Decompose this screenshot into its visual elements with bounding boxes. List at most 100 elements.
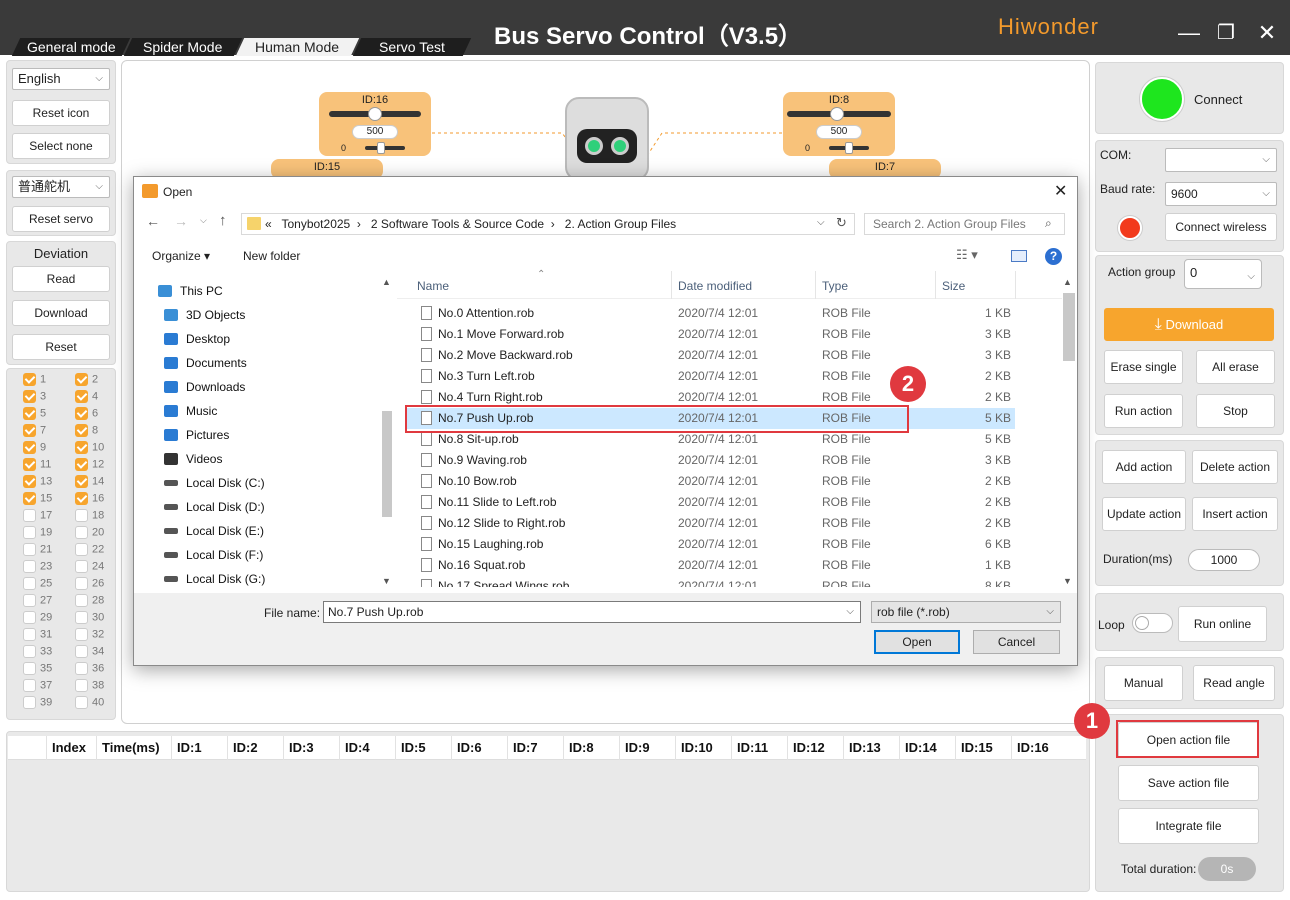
- servo-checkbox-28[interactable]: 28: [75, 594, 104, 611]
- action-group-select[interactable]: 0 ⌵: [1184, 259, 1262, 289]
- file-scrollbar[interactable]: [1063, 293, 1075, 361]
- servo-checkbox-15[interactable]: 15: [23, 492, 52, 509]
- tab-general-mode[interactable]: General mode: [11, 38, 131, 56]
- checkbox-unchecked-icon[interactable]: [23, 526, 36, 539]
- checkbox-unchecked-icon[interactable]: [75, 662, 88, 675]
- checkbox-checked-icon[interactable]: [23, 390, 36, 403]
- table-column-header[interactable]: ID:3: [289, 740, 314, 755]
- table-column-header[interactable]: ID:16: [1017, 740, 1049, 755]
- servo-checkbox-12[interactable]: 12: [75, 458, 104, 475]
- nav-item-local-disk-d[interactable]: Local Disk (D:): [164, 497, 265, 517]
- cancel-button[interactable]: Cancel: [973, 630, 1060, 654]
- baud-rate-select[interactable]: 9600 ⌵: [1165, 182, 1277, 206]
- checkbox-checked-icon[interactable]: [23, 407, 36, 420]
- organize-menu[interactable]: Organize ▾: [152, 249, 210, 263]
- checkbox-unchecked-icon[interactable]: [23, 611, 36, 624]
- table-column-header[interactable]: Index: [52, 740, 86, 755]
- language-select[interactable]: English ⌵: [12, 68, 110, 90]
- checkbox-unchecked-icon[interactable]: [23, 509, 36, 522]
- checkbox-checked-icon[interactable]: [75, 492, 88, 505]
- action-table-body[interactable]: [8, 760, 1086, 888]
- servo-checkbox-7[interactable]: 7: [23, 424, 46, 441]
- servo-checkbox-9[interactable]: 9: [23, 441, 46, 458]
- servo-checkbox-1[interactable]: 1: [23, 373, 46, 390]
- breadcrumb-software-tools[interactable]: 2 Software Tools & Source Code: [371, 217, 544, 231]
- servo-checkbox-26[interactable]: 26: [75, 577, 104, 594]
- servo-value-16[interactable]: 500: [352, 125, 398, 139]
- servo-checkbox-23[interactable]: 23: [23, 560, 52, 577]
- open-button[interactable]: Open: [874, 630, 960, 654]
- recent-chevron-icon[interactable]: ⌵: [200, 215, 207, 226]
- address-bar[interactable]: « Tonybot2025 › 2 Software Tools & Sourc…: [241, 213, 855, 235]
- servo-checkbox-16[interactable]: 16: [75, 492, 104, 509]
- checkbox-unchecked-icon[interactable]: [75, 611, 88, 624]
- servo-checkbox-27[interactable]: 27: [23, 594, 52, 611]
- servo-deviation-knob[interactable]: [377, 142, 385, 154]
- table-column-header[interactable]: ID:7: [513, 740, 538, 755]
- checkbox-unchecked-icon[interactable]: [75, 543, 88, 556]
- checkbox-unchecked-icon[interactable]: [75, 577, 88, 590]
- servo-checkbox-34[interactable]: 34: [75, 645, 104, 662]
- servo-value-8[interactable]: 500: [816, 125, 862, 139]
- table-column-header[interactable]: ID:8: [569, 740, 594, 755]
- forward-arrow-icon[interactable]: →: [174, 213, 188, 229]
- nav-item-desktop[interactable]: Desktop: [164, 329, 230, 349]
- help-icon[interactable]: ?: [1045, 248, 1062, 265]
- nav-item-this-pc[interactable]: This PC: [158, 281, 223, 301]
- duration-input[interactable]: 1000: [1188, 549, 1260, 571]
- checkbox-checked-icon[interactable]: [75, 475, 88, 488]
- dialog-close-icon[interactable]: ✕: [1054, 181, 1067, 201]
- insert-action-button[interactable]: Insert action: [1192, 497, 1278, 531]
- checkbox-unchecked-icon[interactable]: [23, 679, 36, 692]
- run-action-button[interactable]: Run action: [1104, 394, 1183, 428]
- servo-deviation-slider-16[interactable]: [365, 146, 405, 150]
- column-size[interactable]: Size: [942, 279, 965, 293]
- run-online-button[interactable]: Run online: [1178, 606, 1267, 642]
- checkbox-unchecked-icon[interactable]: [75, 679, 88, 692]
- servo-checkbox-3[interactable]: 3: [23, 390, 46, 407]
- file-type-filter[interactable]: rob file (*.rob) ⌵: [871, 601, 1061, 623]
- servo-deviation-knob[interactable]: [845, 142, 853, 154]
- nav-item-pictures[interactable]: Pictures: [164, 425, 229, 445]
- table-column-header[interactable]: Time(ms): [102, 740, 160, 755]
- servo-type-select[interactable]: 普通舵机 ⌵: [12, 176, 110, 198]
- erase-single-button[interactable]: Erase single: [1104, 350, 1183, 384]
- preview-pane-icon[interactable]: [1011, 250, 1027, 262]
- servo-checkbox-13[interactable]: 13: [23, 475, 52, 492]
- checkbox-unchecked-icon[interactable]: [23, 577, 36, 590]
- servo-checkbox-6[interactable]: 6: [75, 407, 98, 424]
- checkbox-unchecked-icon[interactable]: [23, 645, 36, 658]
- checkbox-checked-icon[interactable]: [23, 458, 36, 471]
- checkbox-unchecked-icon[interactable]: [75, 628, 88, 641]
- table-column-header[interactable]: ID:15: [961, 740, 993, 755]
- breadcrumb-tonybot2025[interactable]: Tonybot2025: [281, 217, 350, 231]
- servo-checkbox-8[interactable]: 8: [75, 424, 98, 441]
- file-name-input[interactable]: No.7 Push Up.rob ⌵: [323, 601, 861, 623]
- servo-checkbox-35[interactable]: 35: [23, 662, 52, 679]
- file-row[interactable]: No.16 Squat.rob 2020/7/4 12:01 ROB File 1 K…: [405, 555, 1015, 576]
- servo-checkbox-33[interactable]: 33: [23, 645, 52, 662]
- servo-checkbox-18[interactable]: 18: [75, 509, 104, 526]
- add-action-button[interactable]: Add action: [1102, 450, 1186, 484]
- file-scroll-up-icon[interactable]: ▲: [1063, 277, 1072, 287]
- file-row[interactable]: No.15 Laughing.rob 2020/7/4 12:01 ROB File…: [405, 534, 1015, 555]
- nav-item-local-disk-e[interactable]: Local Disk (E:): [164, 521, 264, 541]
- download-deviation-button[interactable]: Download: [12, 300, 110, 326]
- close-icon[interactable]: ✕: [1254, 20, 1280, 46]
- checkbox-unchecked-icon[interactable]: [23, 543, 36, 556]
- connect-wireless-button[interactable]: Connect wireless: [1165, 213, 1277, 241]
- checkbox-checked-icon[interactable]: [23, 373, 36, 386]
- table-column-header[interactable]: ID:11: [737, 740, 768, 755]
- checkbox-checked-icon[interactable]: [75, 424, 88, 437]
- back-arrow-icon[interactable]: ←: [146, 213, 160, 229]
- column-date-modified[interactable]: Date modified: [678, 279, 752, 293]
- breadcrumb-overflow[interactable]: «: [265, 217, 272, 231]
- nav-item-downloads[interactable]: Downloads: [164, 377, 245, 397]
- servo-checkbox-36[interactable]: 36: [75, 662, 104, 679]
- checkbox-checked-icon[interactable]: [23, 475, 36, 488]
- tab-human-mode[interactable]: Human Mode: [235, 38, 360, 56]
- checkbox-unchecked-icon[interactable]: [75, 560, 88, 573]
- servo-checkbox-2[interactable]: 2: [75, 373, 98, 390]
- connection-status-led[interactable]: [1140, 77, 1184, 121]
- checkbox-checked-icon[interactable]: [23, 441, 36, 454]
